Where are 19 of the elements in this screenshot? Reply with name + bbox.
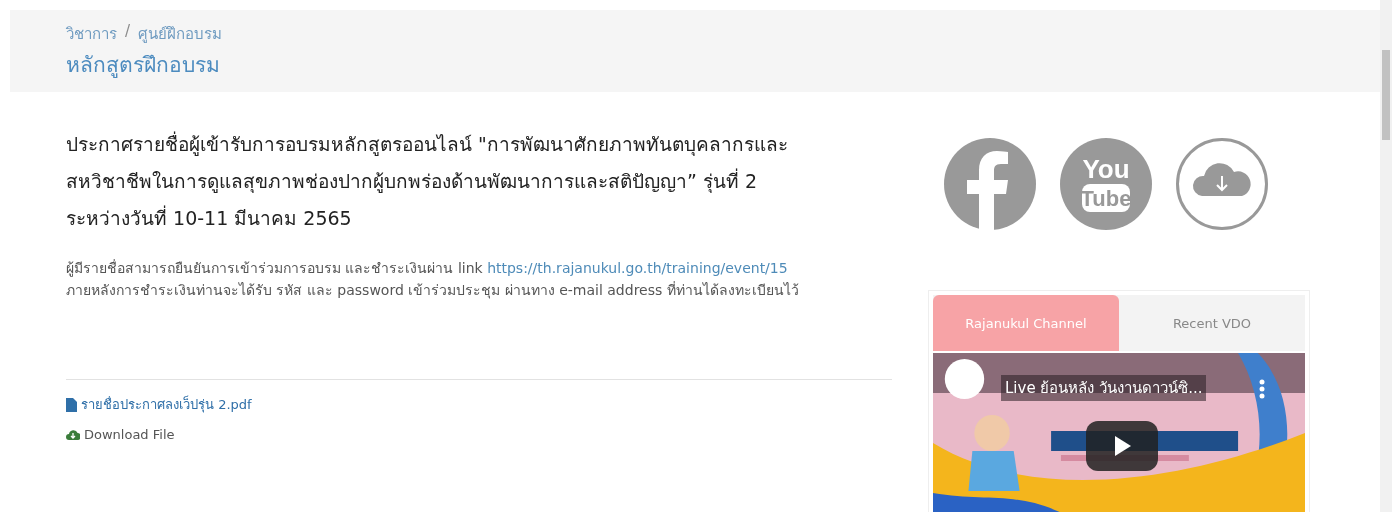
registration-link[interactable]: https://th.rajanukul.go.th/training/event/15	[487, 260, 788, 276]
cloud-download-icon[interactable]	[1176, 138, 1268, 230]
breadcrumb-link[interactable]: วิชาการ	[66, 22, 117, 46]
play-icon[interactable]	[1086, 421, 1158, 471]
channel-tab[interactable]: Rajanukul Channel	[933, 295, 1119, 351]
more-icon[interactable]	[1259, 379, 1265, 399]
article-heading: ประกาศรายชื่อผู้เข้ารับการอบรมหลักสูตรออนไลน์ "การพัฒนาศักยภาพทันตบุคลากรและ สหวิชาชีพในการดูแลสุขภาพช่องปากผู้บกพร่องด้านพัฒนาการและสติปัญญา” รุ่นที่ 2 ระหว่างวันที่ 10-11 มีนาคม 2565	[66, 130, 789, 231]
youtube-icon[interactable]: You Tube	[1060, 138, 1152, 230]
facebook-icon[interactable]	[944, 138, 1036, 230]
video-title[interactable]: Live ย้อนหลัง วันงานดาวน์ซิ...	[1001, 375, 1207, 401]
cloud-download-icon	[66, 429, 80, 440]
article-paragraph: ผู้มีรายชื่อสามารถยืนยันการเข้าร่วมการอบรม และชำระเงินผ่าน link https://th.rajanukul.go.th/training/event/15 ภายหลังการชำระเงินท่านจะได้รับ รหัส และ password เข้าร่วมประชุม ผ่านทาง e-mail address ที่ท่านได้ลงทะเบียนไว้	[66, 258, 800, 301]
file-icon	[66, 397, 77, 412]
breadcrumb-link[interactable]: ศูนย์ฝึกอบรม	[138, 22, 223, 46]
breadcrumb-separator: /	[125, 22, 131, 42]
scrollbar[interactable]	[1380, 0, 1392, 512]
pdf-link[interactable]: รายชื่อประกาศลงเว็ปรุ่น 2.pdf	[66, 394, 252, 415]
download-link[interactable]: Download File	[66, 427, 175, 442]
page-title: หลักสูตรฝึกอบรม	[66, 52, 221, 80]
